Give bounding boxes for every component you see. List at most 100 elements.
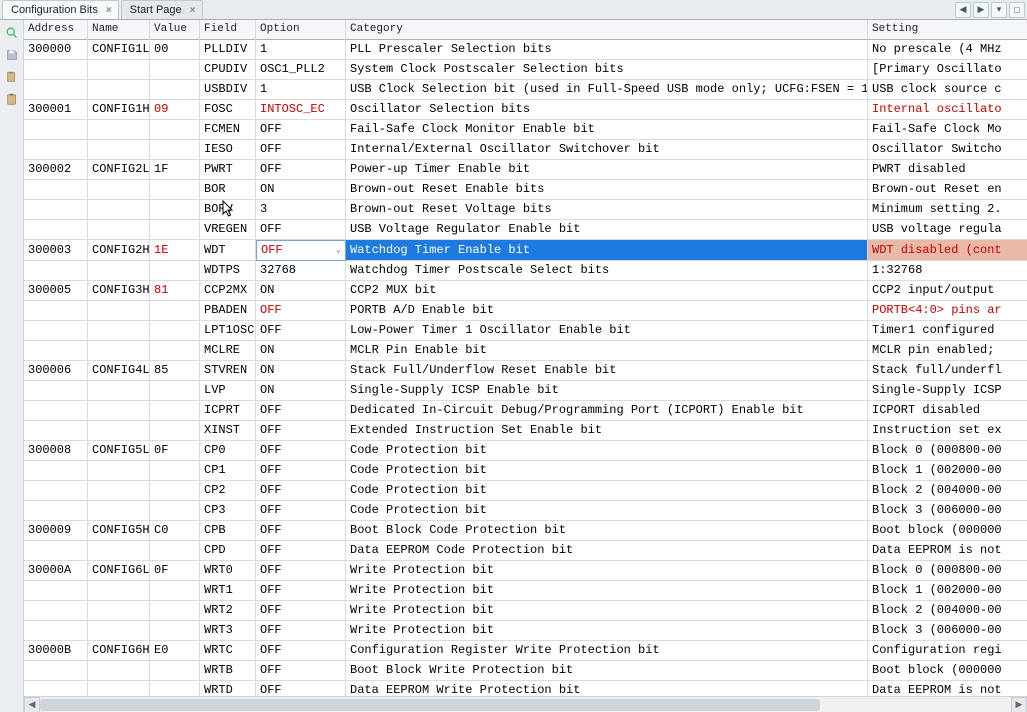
table-row[interactable]: CP2OFFCode Protection bitBlock 2 (004000…: [24, 481, 1027, 501]
cell-option[interactable]: OFF: [256, 160, 346, 180]
tab-maximize-button[interactable]: □: [1009, 2, 1025, 18]
col-option[interactable]: Option: [256, 20, 346, 40]
horizontal-scrollbar[interactable]: ◀ ▶: [24, 696, 1027, 712]
cell-name: [88, 180, 150, 200]
cell-option[interactable]: OFF: [256, 481, 346, 501]
col-setting[interactable]: Setting: [868, 20, 1027, 40]
cell-option[interactable]: OFF: [256, 681, 346, 696]
table-row[interactable]: 300002CONFIG2L1FPWRTOFFPower-up Timer En…: [24, 160, 1027, 180]
table-row[interactable]: XINSTOFFExtended Instruction Set Enable …: [24, 421, 1027, 441]
table-row[interactable]: CP3OFFCode Protection bitBlock 3 (006000…: [24, 501, 1027, 521]
table-row[interactable]: WRTBOFFBoot Block Write Protection bitBo…: [24, 661, 1027, 681]
cell-option[interactable]: ON: [256, 180, 346, 200]
close-icon[interactable]: ×: [106, 5, 112, 16]
table-row[interactable]: LVPONSingle-Supply ICSP Enable bitSingle…: [24, 381, 1027, 401]
cell-option[interactable]: OFF: [256, 120, 346, 140]
cell-option[interactable]: OFF: [256, 641, 346, 661]
cell-option[interactable]: 1: [256, 80, 346, 100]
table-row[interactable]: 300000CONFIG1L00PLLDIV1PLL Prescaler Sel…: [24, 40, 1027, 60]
table-row[interactable]: BORONBrown-out Reset Enable bitsBrown-ou…: [24, 180, 1027, 200]
table-row[interactable]: ICPRTOFFDedicated In-Circuit Debug/Progr…: [24, 401, 1027, 421]
cell-option[interactable]: ON: [256, 341, 346, 361]
table-row[interactable]: MCLREONMCLR Pin Enable bitMCLR pin enabl…: [24, 341, 1027, 361]
table-row[interactable]: WRT1OFFWrite Protection bitBlock 1 (0020…: [24, 581, 1027, 601]
table-row[interactable]: 300009CONFIG5HC0CPBOFFBoot Block Code Pr…: [24, 521, 1027, 541]
table-row[interactable]: VREGENOFFUSB Voltage Regulator Enable bi…: [24, 220, 1027, 240]
cell-value: [150, 461, 200, 481]
cell-option[interactable]: OFF: [256, 461, 346, 481]
tab-scroll-right-button[interactable]: ▶: [973, 2, 989, 18]
config-bits-scroll[interactable]: Address Name Value Field Option Category…: [24, 20, 1027, 696]
col-field[interactable]: Field: [200, 20, 256, 40]
cell-option[interactable]: OFF: [256, 220, 346, 240]
col-name[interactable]: Name: [88, 20, 150, 40]
cell-option[interactable]: OFF: [256, 401, 346, 421]
col-value[interactable]: Value: [150, 20, 200, 40]
tab-start-page[interactable]: Start Page ×: [121, 0, 203, 19]
table-row[interactable]: WRTDOFFData EEPROM Write Protection bitD…: [24, 681, 1027, 696]
cell-addr: [24, 261, 88, 281]
cell-option[interactable]: OFF: [256, 501, 346, 521]
table-row[interactable]: WDTPS32768Watchdog Timer Postscale Selec…: [24, 261, 1027, 281]
col-address[interactable]: Address: [24, 20, 88, 40]
clipboard-icon[interactable]: [3, 90, 21, 108]
tab-scroll-left-button[interactable]: ◀: [955, 2, 971, 18]
cell-option[interactable]: OFF⌄: [256, 240, 346, 261]
cell-option[interactable]: OFF: [256, 441, 346, 461]
cell-option[interactable]: OSC1_PLL2: [256, 60, 346, 80]
save-icon[interactable]: [3, 46, 21, 64]
table-row[interactable]: CPDOFFData EEPROM Code Protection bitDat…: [24, 541, 1027, 561]
cell-option[interactable]: 1: [256, 40, 346, 60]
scroll-right-button[interactable]: ▶: [1011, 697, 1027, 712]
cell-option[interactable]: ON: [256, 381, 346, 401]
scroll-thumb[interactable]: [40, 699, 820, 711]
table-row[interactable]: BORV3Brown-out Reset Voltage bitsMinimum…: [24, 200, 1027, 220]
cell-option[interactable]: 3: [256, 200, 346, 220]
cell-setting: USB clock source c: [868, 80, 1027, 100]
close-icon[interactable]: ×: [190, 5, 196, 16]
scroll-left-button[interactable]: ◀: [24, 697, 40, 712]
table-row[interactable]: 300008CONFIG5L0FCP0OFFCode Protection bi…: [24, 441, 1027, 461]
table-row[interactable]: FCMENOFFFail-Safe Clock Monitor Enable b…: [24, 120, 1027, 140]
table-row[interactable]: IESOOFFInternal/External Oscillator Swit…: [24, 140, 1027, 160]
cell-option[interactable]: OFF: [256, 581, 346, 601]
table-row[interactable]: PBADENOFFPORTB A/D Enable bitPORTB<4:0> …: [24, 301, 1027, 321]
search-icon[interactable]: [3, 24, 21, 42]
cell-option[interactable]: OFF: [256, 140, 346, 160]
table-row[interactable]: WRT3OFFWrite Protection bitBlock 3 (0060…: [24, 621, 1027, 641]
cell-name: [88, 120, 150, 140]
table-row[interactable]: 300006CONFIG4L85STVRENONStack Full/Under…: [24, 361, 1027, 381]
cell-option[interactable]: 32768: [256, 261, 346, 281]
scroll-track[interactable]: [40, 697, 1011, 712]
cell-option[interactable]: INTOSC_EC: [256, 100, 346, 120]
table-row[interactable]: WRT2OFFWrite Protection bitBlock 2 (0040…: [24, 601, 1027, 621]
cell-option[interactable]: ON: [256, 281, 346, 301]
cell-option[interactable]: OFF: [256, 621, 346, 641]
table-row[interactable]: CPUDIVOSC1_PLL2System Clock Postscaler S…: [24, 60, 1027, 80]
cell-value: E0: [150, 641, 200, 661]
tab-configuration-bits[interactable]: Configuration Bits ×: [2, 0, 119, 19]
table-row[interactable]: 300001CONFIG1H09FOSCINTOSC_ECOscillator …: [24, 100, 1027, 120]
cell-option[interactable]: ON: [256, 361, 346, 381]
table-row[interactable]: CP1OFFCode Protection bitBlock 1 (002000…: [24, 461, 1027, 481]
table-row[interactable]: USBDIV1USB Clock Selection bit (used in …: [24, 80, 1027, 100]
cell-option[interactable]: OFF: [256, 321, 346, 341]
cell-option[interactable]: OFF: [256, 521, 346, 541]
table-row[interactable]: 300005CONFIG3H81CCP2MXONCCP2 MUX bitCCP2…: [24, 281, 1027, 301]
cell-option[interactable]: OFF: [256, 601, 346, 621]
table-row[interactable]: 30000BCONFIG6HE0WRTCOFFConfiguration Reg…: [24, 641, 1027, 661]
table-row[interactable]: 300003CONFIG2H1EWDTOFF⌄Watchdog Timer En…: [24, 240, 1027, 261]
cell-addr: [24, 581, 88, 601]
cell-option[interactable]: OFF: [256, 661, 346, 681]
cell-option[interactable]: OFF: [256, 301, 346, 321]
cell-option[interactable]: OFF: [256, 541, 346, 561]
paste-icon[interactable]: [3, 68, 21, 86]
table-row[interactable]: 30000ACONFIG6L0FWRT0OFFWrite Protection …: [24, 561, 1027, 581]
cell-option[interactable]: OFF: [256, 421, 346, 441]
option-dropdown[interactable]: OFF⌄: [261, 242, 341, 259]
cell-setting: CCP2 input/output: [868, 281, 1027, 301]
col-category[interactable]: Category: [346, 20, 868, 40]
cell-option[interactable]: OFF: [256, 561, 346, 581]
table-row[interactable]: LPT1OSCOFFLow-Power Timer 1 Oscillator E…: [24, 321, 1027, 341]
tab-dropdown-button[interactable]: ▾: [991, 2, 1007, 18]
